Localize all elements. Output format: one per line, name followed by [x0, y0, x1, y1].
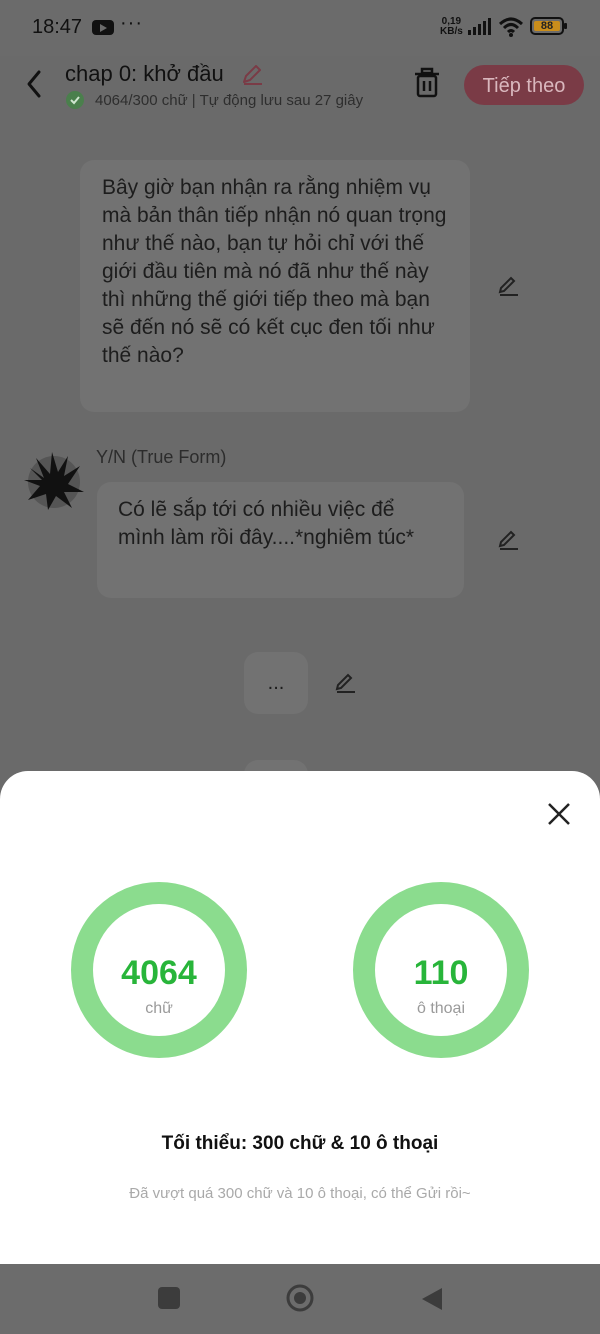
avatar[interactable] [22, 448, 86, 512]
youtube-icon [92, 20, 114, 35]
edit-icon[interactable] [333, 671, 357, 695]
words-count: 4064 [121, 954, 197, 992]
network-speed: 0,19 KB/s [440, 16, 463, 37]
requirement-note: Đã vượt quá 300 chữ và 10 ô thoại, có th… [129, 1185, 471, 1202]
pencil-icon[interactable] [240, 62, 264, 86]
nav-back-icon[interactable] [420, 1286, 444, 1312]
edit-icon[interactable] [496, 528, 520, 552]
status-time: 18:47 [32, 16, 83, 38]
words-ring: 4064 chữ [71, 882, 247, 1058]
nav-square-icon[interactable] [158, 1287, 180, 1309]
more-notifications-icon: ··· [120, 12, 143, 34]
narration-bubble[interactable]: Bây giờ bạn nhận ra rằng nhiệm vụ mà bản… [80, 160, 470, 412]
character-name: Y/N (True Form) [96, 447, 227, 467]
dialogs-ring: 110 ô thoại [353, 882, 529, 1058]
close-icon[interactable] [542, 797, 576, 831]
system-nav-bar [0, 1264, 600, 1334]
minimum-requirement: Tối thiểu: 300 chữ & 10 ô thoại [161, 1133, 439, 1154]
back-icon[interactable] [22, 66, 46, 102]
trash-icon[interactable] [412, 67, 442, 99]
save-status: 4064/300 chữ | Tự động lưu sau 27 giây [95, 92, 364, 109]
next-button[interactable]: Tiếp theo [464, 65, 584, 105]
signal-icon [468, 18, 491, 35]
chapter-title[interactable]: chap 0: khở đầu [65, 61, 224, 87]
words-label: chữ [145, 1000, 173, 1017]
status-bar: 18:47 ··· 0,19 KB/s 88 [0, 0, 600, 56]
check-icon [66, 91, 84, 109]
word-count-sheet: 4064 chữ 110 ô thoại Tối thiểu: 300 chữ … [0, 771, 600, 1264]
nav-home-icon[interactable] [285, 1283, 315, 1313]
dialogs-label: ô thoại [416, 1000, 466, 1017]
battery-level: 88 [534, 21, 560, 32]
edit-icon[interactable] [496, 274, 520, 298]
editor-header: chap 0: khở đầu 4064/300 chữ | Tự động l… [0, 56, 600, 120]
wifi-icon [498, 17, 524, 37]
dialogs-count: 110 [413, 954, 469, 992]
battery-icon: 88 [530, 17, 567, 35]
ellipsis-bubble[interactable]: ... [244, 652, 308, 714]
dialogue-bubble[interactable]: Có lẽ sắp tới có nhiều việc để mình làm … [97, 482, 464, 598]
